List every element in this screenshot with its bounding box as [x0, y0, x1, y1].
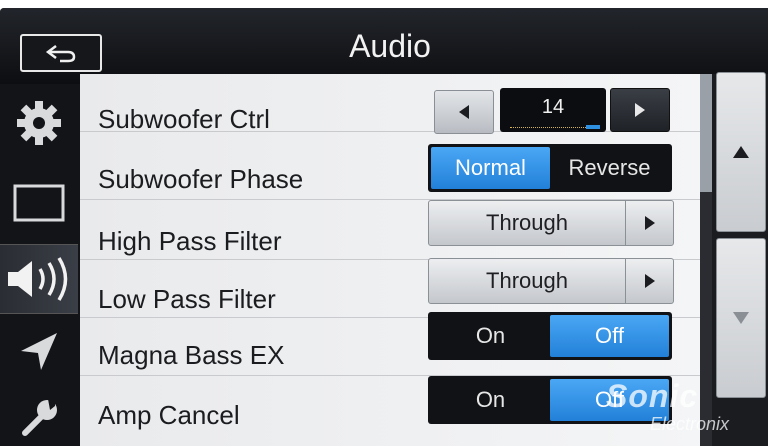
row-high-pass-filter: High Pass Filter Through	[80, 200, 700, 260]
magna-bass-on-option[interactable]: On	[431, 315, 550, 357]
triangle-down-icon	[733, 312, 749, 324]
low-pass-filter-arrow[interactable]	[625, 259, 673, 303]
subwoofer-ctrl-label: Subwoofer Ctrl	[98, 104, 270, 134]
sidebar-item-settings[interactable]	[0, 88, 78, 158]
scroll-up-button[interactable]	[716, 72, 766, 232]
triangle-up-icon	[733, 146, 749, 158]
level-indicator	[586, 125, 600, 129]
sidebar-item-navigation[interactable]	[0, 316, 78, 386]
subwoofer-decrease-button[interactable]	[434, 90, 494, 134]
triangle-left-icon	[459, 105, 469, 119]
low-pass-filter-label: Low Pass Filter	[98, 284, 276, 314]
amp-cancel-label: Amp Cancel	[98, 400, 240, 430]
magna-bass-off-option[interactable]: Off	[550, 315, 669, 357]
amp-cancel-on-option[interactable]: On	[431, 379, 550, 421]
return-arrow-icon	[45, 45, 76, 63]
sidebar-item-audio[interactable]	[0, 244, 78, 314]
wrench-icon	[22, 399, 57, 436]
speaker-icon	[8, 257, 68, 301]
scroll-down-button[interactable]	[716, 238, 766, 398]
back-button[interactable]	[20, 34, 102, 72]
screen-rectangle-icon	[13, 184, 65, 222]
subwoofer-level-value: 14	[541, 96, 565, 118]
triangle-right-icon	[644, 274, 655, 288]
sidebar-item-tools[interactable]	[0, 382, 78, 446]
row-low-pass-filter: Low Pass Filter Through	[80, 258, 700, 318]
high-pass-filter-label: High Pass Filter	[98, 226, 282, 256]
triangle-right-icon	[635, 103, 645, 117]
low-pass-filter-select[interactable]: Through	[428, 258, 674, 304]
row-magna-bass-ex: Magna Bass EX On Off	[80, 312, 700, 376]
header-bar: Audio	[0, 8, 768, 84]
triangle-right-icon	[644, 216, 655, 230]
subwoofer-phase-toggle: Normal Reverse	[428, 144, 672, 192]
magna-bass-ex-label: Magna Bass EX	[98, 340, 285, 370]
magna-bass-ex-toggle: On Off	[428, 312, 672, 360]
watermark-sub-text: Electronix	[650, 414, 730, 434]
sidebar	[0, 84, 80, 446]
phase-normal-option[interactable]: Normal	[431, 147, 550, 189]
subwoofer-level-display: 14	[500, 88, 606, 132]
high-pass-filter-arrow[interactable]	[625, 201, 673, 245]
subwoofer-phase-label: Subwoofer Phase	[98, 164, 304, 194]
subwoofer-increase-button[interactable]	[610, 88, 670, 132]
page-title: Audio	[349, 28, 431, 64]
sidebar-item-display[interactable]	[0, 168, 78, 238]
row-subwoofer-ctrl: Subwoofer Ctrl 14	[80, 74, 700, 134]
scrollbar-thumb[interactable]	[700, 74, 712, 192]
navigation-arrow-icon	[21, 333, 57, 370]
watermark-main-text: Sonic	[606, 378, 699, 414]
low-pass-filter-value: Through	[486, 268, 568, 293]
high-pass-filter-select[interactable]: Through	[428, 200, 674, 246]
watermark-logo: Sonic Electronix	[596, 378, 764, 442]
gear-icon	[17, 101, 61, 145]
phase-reverse-option[interactable]: Reverse	[550, 147, 669, 189]
high-pass-filter-value: Through	[486, 210, 568, 235]
row-subwoofer-phase: Subwoofer Phase Normal Reverse	[80, 142, 700, 200]
